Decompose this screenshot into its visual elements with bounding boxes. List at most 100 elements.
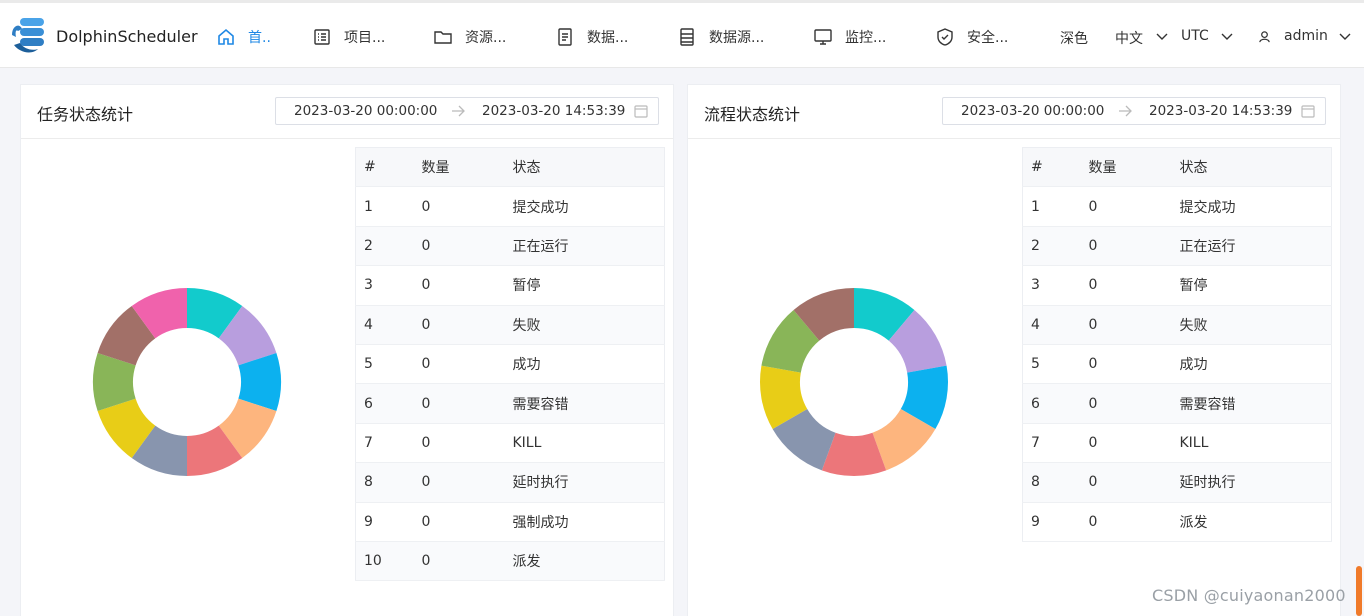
language-select[interactable]: 中文 (1115, 28, 1143, 48)
card-divider (21, 138, 673, 139)
row-count: 0 (1088, 423, 1180, 464)
table-row: 10 0 派发 (355, 541, 665, 582)
table-header-row: # 数量 状态 (355, 147, 665, 188)
card-divider (688, 138, 1340, 139)
row-index: 2 (1022, 226, 1089, 267)
row-status: 暂停 (512, 265, 665, 306)
range-start[interactable]: 2023-03-20 00:00:00 (294, 103, 437, 119)
table-row: 4 0 失败 (355, 305, 665, 345)
nav-data[interactable]: 数据... (555, 25, 628, 49)
table-row: 2 0 正在运行 (1022, 226, 1332, 267)
row-index: 3 (355, 265, 422, 306)
theme-toggle[interactable]: 深色 (1060, 28, 1088, 48)
user-icon (1259, 31, 1270, 43)
arrow-right-icon (452, 105, 465, 117)
database-icon (680, 28, 694, 46)
row-count: 0 (421, 383, 513, 424)
row-count: 0 (421, 423, 513, 464)
table-header-row: # 数量 状态 (1022, 147, 1332, 188)
row-count: 0 (1088, 502, 1180, 542)
row-status: KILL (1179, 423, 1332, 464)
row-status: 延时执行 (512, 462, 665, 503)
nav-datasource-label: 数据源... (709, 30, 765, 46)
calendar-icon (634, 105, 648, 118)
monitor-icon (814, 29, 832, 45)
watermark: CSDN @cuiyaonan2000 (1152, 586, 1346, 605)
nav-home-label: 首.. (248, 30, 271, 46)
row-status: 派发 (512, 541, 665, 582)
nav-security[interactable]: 安全... (935, 25, 1008, 49)
table-row: 1 0 提交成功 (1022, 186, 1332, 227)
row-index: 5 (355, 344, 422, 385)
column-header-count: 数量 (421, 147, 513, 188)
table-row: 3 0 暂停 (355, 265, 665, 306)
row-status: KILL (512, 423, 665, 464)
table-row: 2 0 正在运行 (355, 226, 665, 267)
row-count: 0 (421, 305, 513, 345)
row-status: 正在运行 (512, 226, 665, 267)
process-status-title: 流程状态统计 (704, 105, 801, 124)
range-end[interactable]: 2023-03-20 14:53:39 (1149, 103, 1292, 119)
row-index: 8 (1022, 462, 1089, 503)
range-end[interactable]: 2023-03-20 14:53:39 (482, 103, 625, 119)
range-start[interactable]: 2023-03-20 00:00:00 (961, 103, 1104, 119)
row-index: 9 (355, 502, 422, 542)
column-header-count: 数量 (1088, 147, 1180, 188)
table-row: 6 0 需要容错 (355, 383, 665, 424)
dolphinscheduler-logo[interactable] (8, 15, 52, 57)
row-index: 10 (355, 541, 422, 582)
row-status: 正在运行 (1179, 226, 1332, 267)
row-count: 0 (1088, 226, 1180, 267)
process-date-range-picker[interactable]: 2023-03-20 00:00:00 2023-03-20 14:53:39 (942, 97, 1326, 125)
user-menu[interactable]: admin (1284, 28, 1328, 44)
folder-icon (434, 31, 452, 44)
row-status: 延时执行 (1179, 462, 1332, 503)
process-status-table: # 数量 状态 1 0 提交成功 2 0 正在运行 3 0 暂停 4 0 失败 5 0 成功 6 0 需要容错 7 0… (1022, 147, 1332, 542)
calendar-icon (1301, 105, 1315, 118)
table-row: 6 0 需要容错 (1022, 383, 1332, 424)
list-icon (314, 29, 330, 45)
row-status: 暂停 (1179, 265, 1332, 306)
row-index: 3 (1022, 265, 1089, 306)
row-status: 失败 (1179, 305, 1332, 345)
row-index: 8 (355, 462, 422, 503)
table-row: 9 0 派发 (1022, 502, 1332, 542)
document-icon (558, 28, 572, 46)
chevron-down-icon[interactable] (1338, 29, 1352, 43)
timezone-select[interactable]: UTC (1181, 28, 1209, 44)
nav-monitor[interactable]: 监控... (813, 25, 886, 49)
row-status: 提交成功 (1179, 186, 1332, 227)
nav-projects-label: 项目... (344, 30, 386, 46)
nav-home[interactable]: 首.. (216, 25, 271, 49)
row-index: 4 (1022, 305, 1089, 345)
row-index: 2 (355, 226, 422, 267)
row-count: 0 (421, 226, 513, 267)
column-header-index: # (355, 147, 422, 188)
brand-name[interactable]: DolphinScheduler (56, 27, 198, 46)
nav-resources[interactable]: 资源... (433, 25, 506, 49)
task-date-range-picker[interactable]: 2023-03-20 00:00:00 2023-03-20 14:53:39 (275, 97, 659, 125)
row-index: 1 (1022, 186, 1089, 227)
process-status-donut-chart: 提交成功正在运行暂停失败成功需要容错KILL延时执行派发 (760, 288, 948, 476)
task-status-card: 任务状态统计 2023-03-20 00:00:00 2023-03-20 14… (20, 84, 674, 616)
table-row: 8 0 延时执行 (1022, 462, 1332, 503)
table-row: 5 0 成功 (355, 344, 665, 385)
row-index: 9 (1022, 502, 1089, 542)
nav-monitor-label: 监控... (845, 30, 887, 46)
column-header-status: 状态 (1179, 147, 1332, 188)
row-count: 0 (1088, 305, 1180, 345)
row-count: 0 (421, 186, 513, 227)
row-status: 成功 (512, 344, 665, 385)
column-header-status: 状态 (512, 147, 665, 188)
scrollbar[interactable] (1356, 566, 1362, 616)
row-index: 7 (355, 423, 422, 464)
row-status: 强制成功 (512, 502, 665, 542)
table-row: 3 0 暂停 (1022, 265, 1332, 306)
chevron-down-icon[interactable] (1155, 29, 1169, 43)
nav-resources-label: 资源... (465, 30, 507, 46)
row-count: 0 (421, 462, 513, 503)
row-index: 6 (355, 383, 422, 424)
nav-datasource[interactable]: 数据源... (677, 25, 764, 49)
nav-projects[interactable]: 项目... (312, 25, 385, 49)
chevron-down-icon[interactable] (1220, 29, 1234, 43)
